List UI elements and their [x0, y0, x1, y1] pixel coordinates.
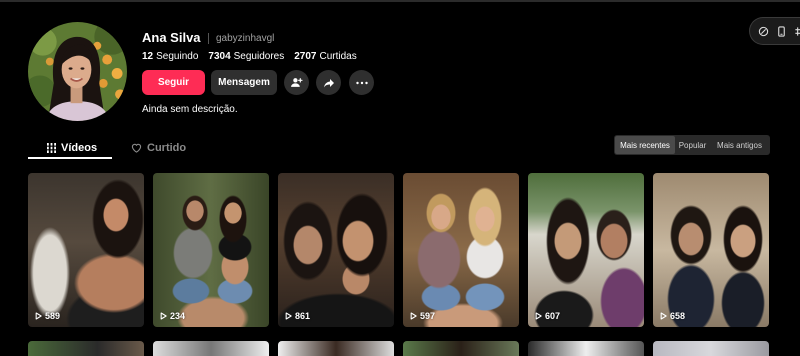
video-thumbnail[interactable] [653, 341, 769, 356]
stat-label: Seguindo [156, 51, 199, 62]
grid-icon [47, 143, 56, 153]
sort-control: Mais recentes Popular Mais antigos [614, 135, 770, 155]
sort-option-recent[interactable]: Mais recentes [615, 136, 675, 154]
view-count-value: 234 [170, 311, 186, 321]
play-icon [285, 312, 292, 320]
view-count: 607 [535, 311, 560, 321]
view-count: 234 [160, 311, 185, 321]
play-icon [160, 312, 167, 320]
stat-following[interactable]: 12 Seguindo [142, 51, 198, 63]
window-top-border [0, 0, 800, 2]
view-count-value: 658 [670, 311, 686, 321]
toolbar-button[interactable] [793, 25, 800, 37]
view-count-value: 861 [295, 311, 311, 321]
heart-icon [131, 143, 142, 153]
add-friend-button[interactable] [284, 70, 309, 95]
tab-label: Curtido [147, 142, 187, 154]
play-icon [660, 312, 667, 320]
video-thumbnail[interactable] [403, 341, 519, 356]
active-tab-indicator [28, 157, 112, 159]
video-thumbnail[interactable]: 597 [403, 173, 519, 327]
share-button[interactable] [316, 70, 341, 95]
video-thumbnail[interactable] [153, 341, 269, 356]
name-separator [208, 33, 209, 44]
circle-slash-icon [758, 26, 768, 36]
view-count-value: 589 [45, 311, 61, 321]
stat-value: 7304 [208, 51, 231, 62]
stat-label: Curtidas [319, 51, 357, 62]
view-count: 658 [660, 311, 685, 321]
avatar[interactable] [28, 22, 127, 121]
add-user-icon [291, 78, 303, 87]
view-count: 589 [35, 311, 60, 321]
tab-videos[interactable]: Vídeos [47, 141, 97, 155]
sort-option-popular[interactable]: Popular [675, 136, 710, 154]
profile-page: Ana Silva gabyzinhavgl 12 Seguindo 7304 Se… [0, 0, 800, 356]
more-icon [355, 81, 368, 84]
floating-toolbar [749, 17, 800, 45]
play-icon [35, 312, 42, 320]
video-thumbnail[interactable]: 234 [153, 173, 269, 327]
hash-icon [794, 26, 800, 36]
toolbar-button[interactable] [775, 25, 787, 37]
profile-name: Ana Silva [142, 30, 201, 45]
follow-button[interactable]: Seguir [142, 70, 205, 95]
video-thumbnail[interactable]: 861 [278, 173, 394, 327]
view-count-value: 607 [545, 311, 561, 321]
avatar-photo [28, 22, 127, 121]
video-thumbnail[interactable] [528, 341, 644, 356]
more-options-button[interactable] [349, 70, 374, 95]
phone-icon [777, 25, 785, 37]
profile-bio: Ainda sem descrição. [142, 104, 238, 115]
video-thumbnail[interactable]: 607 [528, 173, 644, 327]
stat-value: 12 [142, 51, 154, 62]
play-icon [535, 312, 542, 320]
view-count: 597 [410, 311, 435, 321]
tab-liked[interactable]: Curtido [131, 141, 186, 155]
stat-likes: 2707 Curtidas [294, 51, 357, 63]
video-thumbnail[interactable]: 589 [28, 173, 144, 327]
video-thumbnail[interactable] [278, 341, 394, 356]
tab-label: Vídeos [61, 142, 98, 154]
sort-option-oldest[interactable]: Mais antigos [710, 136, 769, 154]
toolbar-button[interactable] [757, 25, 769, 37]
stat-label: Seguidores [233, 51, 285, 62]
profile-username: gabyzinhavgl [216, 33, 275, 44]
play-icon [410, 312, 417, 320]
profile-stats: 12 Seguindo 7304 Seguidores 2707 Curtidas [142, 51, 357, 63]
view-count: 861 [285, 311, 310, 321]
video-thumbnail[interactable] [28, 341, 144, 356]
stat-followers[interactable]: 7304 Seguidores [208, 51, 284, 63]
stat-value: 2707 [294, 51, 317, 62]
video-thumbnail[interactable]: 658 [653, 173, 769, 327]
message-button[interactable]: Mensagem [211, 70, 277, 95]
view-count-value: 597 [420, 311, 436, 321]
share-icon [323, 78, 334, 87]
